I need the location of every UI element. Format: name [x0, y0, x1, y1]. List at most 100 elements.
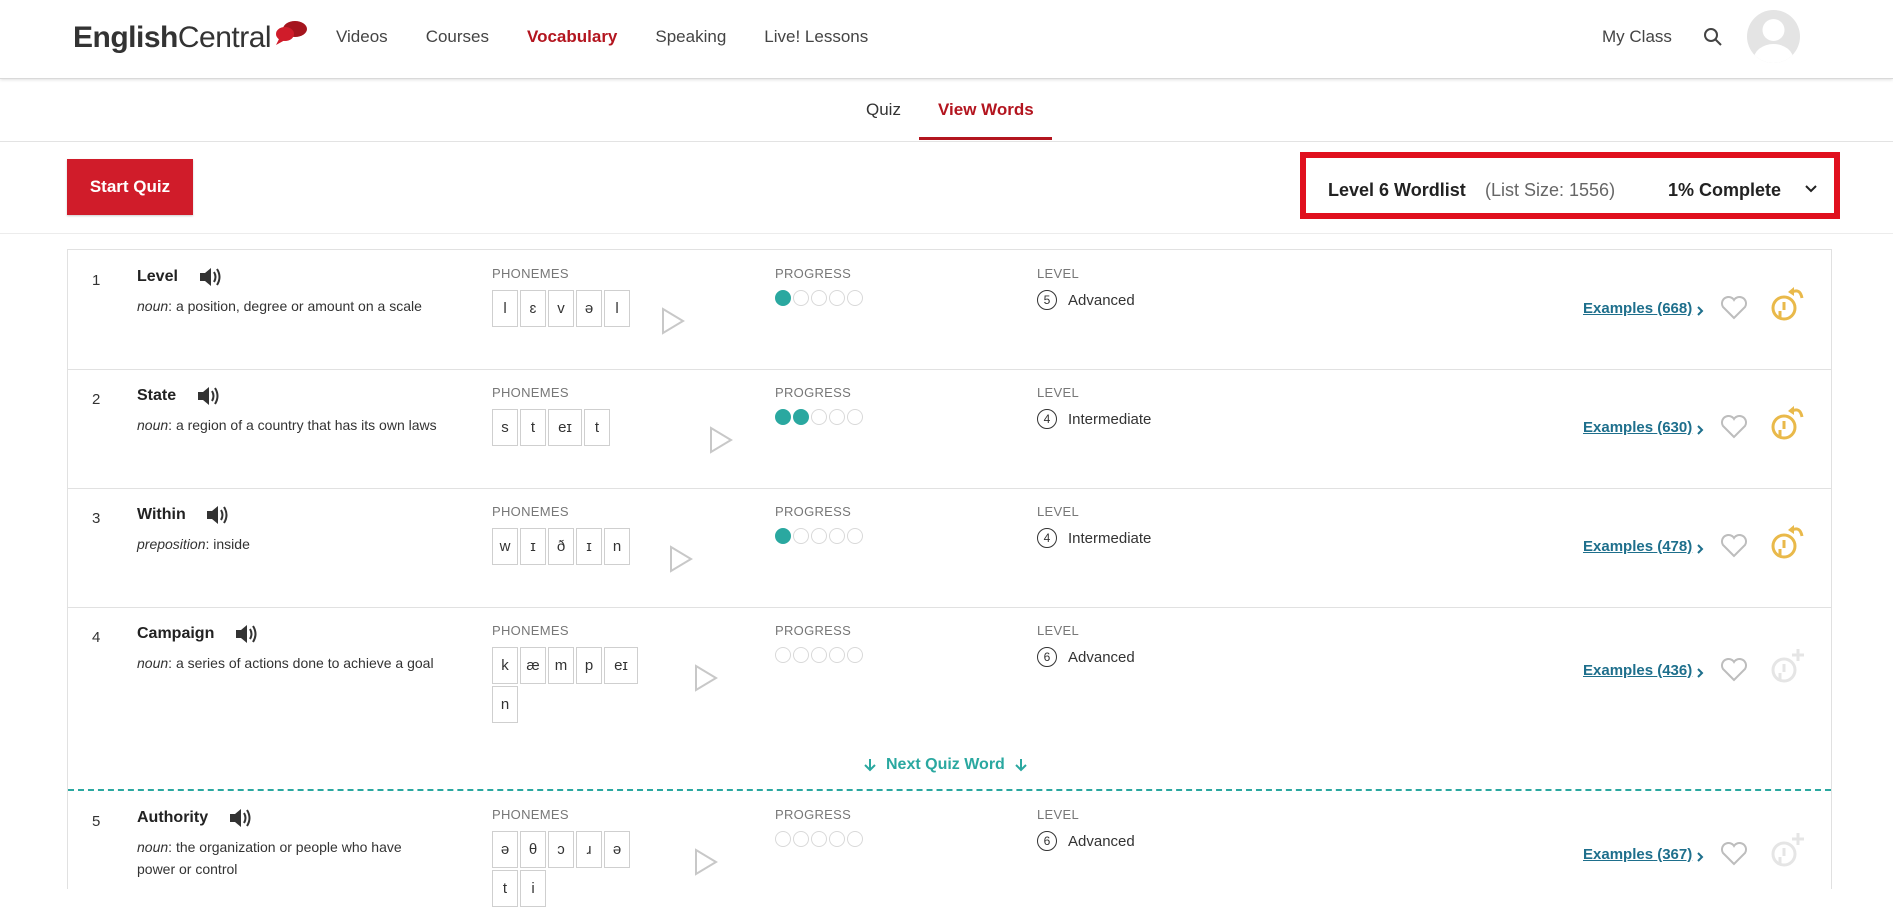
phoneme-tile[interactable]: ɛ [520, 290, 546, 327]
play-icon[interactable] [693, 664, 719, 692]
heart-icon[interactable] [1720, 658, 1748, 682]
speaker-icon[interactable] [205, 504, 229, 526]
top-navbar: EnglishCentral Videos Courses Vocabulary… [0, 0, 1893, 79]
phoneme-tile[interactable]: æ [520, 647, 546, 684]
word-number: 5 [92, 813, 101, 830]
examples-link[interactable]: Examples (436) [1583, 662, 1692, 679]
phoneme-tile[interactable]: ə [492, 831, 518, 868]
word-level: 5 Advanced [1037, 290, 1135, 310]
definition-text: a series of actions done to achieve a go… [175, 655, 434, 671]
phoneme-tile[interactable]: n [492, 686, 518, 723]
play-icon[interactable] [708, 426, 734, 454]
phoneme-tile[interactable]: θ [520, 831, 546, 868]
start-quiz-button[interactable]: Start Quiz [67, 159, 193, 215]
add-to-learn-icon[interactable] [1768, 830, 1808, 870]
progress-label: PROGRESS [775, 385, 852, 400]
progress-label: PROGRESS [775, 623, 852, 638]
phoneme-tile[interactable]: t [520, 409, 546, 446]
level-label: LEVEL [1037, 623, 1079, 638]
nav-live-lessons[interactable]: Live! Lessons [764, 26, 868, 48]
level-text: Advanced [1068, 648, 1135, 666]
tab-view-words[interactable]: View Words [938, 99, 1034, 121]
phoneme-tile[interactable]: ə [576, 290, 602, 327]
phoneme-tile[interactable]: ɔ [548, 831, 574, 868]
wordlist-selector[interactable]: Level 6 Wordlist (List Size: 1556) 1% Co… [1300, 152, 1840, 219]
heart-icon[interactable] [1720, 842, 1748, 866]
speaker-icon[interactable] [234, 623, 258, 645]
learned-brain-icon[interactable] [1768, 522, 1808, 562]
chevron-down-icon[interactable] [1804, 184, 1818, 194]
examples-link[interactable]: Examples (478) [1583, 538, 1692, 555]
chevron-right-icon[interactable] [1696, 543, 1704, 555]
examples-link[interactable]: Examples (630) [1583, 419, 1692, 436]
phoneme-tile[interactable]: t [492, 870, 518, 907]
nav-vocabulary[interactable]: Vocabulary [527, 26, 617, 48]
level-label: LEVEL [1037, 807, 1079, 822]
chevron-right-icon[interactable] [1696, 424, 1704, 436]
examples-link[interactable]: Examples (668) [1583, 300, 1692, 317]
sub-tabs: Quiz View Words [0, 79, 1893, 142]
phoneme-tile[interactable]: ɹ [576, 831, 602, 868]
phoneme-tile[interactable]: eɪ [548, 409, 582, 446]
phoneme-tile[interactable]: ð [548, 528, 574, 565]
phoneme-tile[interactable]: ə [604, 831, 630, 868]
phoneme-tile[interactable]: p [576, 647, 602, 684]
divider [0, 233, 1893, 234]
progress-dot [829, 290, 845, 306]
phoneme-tile[interactable]: eɪ [604, 647, 638, 684]
phoneme-tile[interactable]: i [520, 870, 546, 907]
speaker-icon[interactable] [196, 385, 220, 407]
progress-dot [847, 290, 863, 306]
play-icon[interactable] [693, 848, 719, 876]
phoneme-tile[interactable]: n [604, 528, 630, 565]
level-text: Intermediate [1068, 529, 1152, 547]
phoneme-tile[interactable]: k [492, 647, 518, 684]
phoneme-tile[interactable]: ɪ [520, 528, 546, 565]
word-list: 1 Level noun: a position, degree or amou… [67, 249, 1832, 907]
nav-videos[interactable]: Videos [336, 26, 388, 48]
phoneme-tile[interactable]: s [492, 409, 518, 446]
phoneme-tile[interactable]: m [548, 647, 574, 684]
progress-dots [775, 409, 865, 425]
speaker-icon[interactable] [228, 807, 252, 829]
phoneme-tile[interactable]: w [492, 528, 518, 565]
examples-link[interactable]: Examples (367) [1583, 846, 1692, 863]
phoneme-tile[interactable]: l [604, 290, 630, 327]
play-icon[interactable] [668, 545, 694, 573]
play-icon[interactable] [660, 307, 686, 335]
progress-dot [829, 528, 845, 544]
word-title: State [137, 387, 177, 404]
nav-speaking[interactable]: Speaking [655, 26, 726, 48]
phoneme-tile[interactable]: v [548, 290, 574, 327]
englishcentral-logo[interactable]: EnglishCentral [73, 18, 309, 58]
search-icon[interactable] [1703, 27, 1723, 47]
speaker-icon[interactable] [198, 266, 222, 288]
progress-label: PROGRESS [775, 266, 852, 281]
phoneme-tile[interactable]: ɪ [576, 528, 602, 565]
learned-brain-icon[interactable] [1768, 403, 1808, 443]
heart-icon[interactable] [1720, 296, 1748, 320]
speech-bubble-icon [276, 21, 308, 45]
chevron-right-icon[interactable] [1696, 667, 1704, 679]
chevron-right-icon[interactable] [1696, 305, 1704, 317]
nav-courses[interactable]: Courses [426, 26, 489, 48]
phoneme-tile[interactable]: t [584, 409, 610, 446]
my-class-link[interactable]: My Class [1602, 26, 1672, 48]
word-title: Campaign [137, 625, 215, 642]
avatar[interactable] [1747, 10, 1800, 63]
learned-brain-icon[interactable] [1768, 284, 1808, 324]
level-number-badge: 4 [1037, 528, 1057, 548]
phoneme-tile[interactable]: l [492, 290, 518, 327]
word-level: 6 Advanced [1037, 831, 1135, 851]
phoneme-tiles: k æ m p eɪ n [492, 647, 662, 725]
word-title: Within [137, 506, 186, 523]
chevron-right-icon[interactable] [1696, 851, 1704, 863]
tab-quiz[interactable]: Quiz [866, 99, 901, 121]
heart-icon[interactable] [1720, 415, 1748, 439]
progress-dot [811, 528, 827, 544]
word-number: 2 [92, 391, 101, 408]
heart-icon[interactable] [1720, 534, 1748, 558]
phoneme-tiles: ə θ ɔ ɹ ə t i [492, 831, 642, 909]
phoneme-tiles: l ɛ v ə l [492, 290, 632, 329]
add-to-learn-icon[interactable] [1768, 646, 1808, 686]
